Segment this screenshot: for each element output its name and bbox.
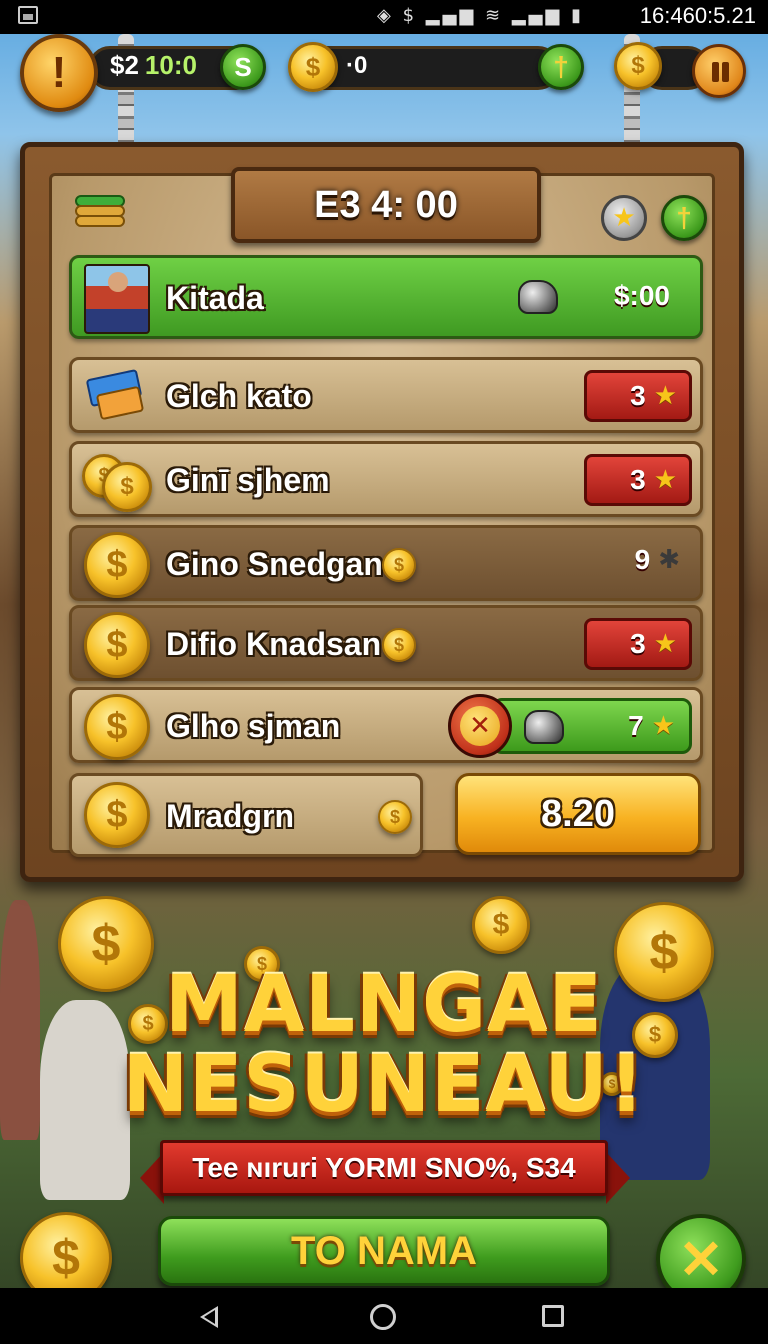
status-clock: 16:460:5.21 <box>639 3 756 28</box>
cash-bundle-icon <box>85 368 145 421</box>
leaderboard-row[interactable]: $ Mradgrn $ <box>69 773 423 857</box>
player-name: Kitada <box>166 280 264 316</box>
claim-value: 8.20 <box>541 792 615 835</box>
leaderboard-row[interactable]: $ $ Ginī sjhem 3 ★ <box>69 441 703 517</box>
score-badge: 7 ★ <box>492 698 692 754</box>
home-icon[interactable] <box>370 1304 396 1330</box>
player-name: Mradgrn <box>166 798 294 834</box>
score-value: 3 <box>630 380 646 411</box>
small-coin-icon: $ <box>382 548 416 582</box>
status-icons: ◈ $ ▂▄▆ ≋ ▂▄▆ ▮ <box>377 5 584 26</box>
player-score: $:00 <box>613 280 670 311</box>
coin-icon: $ <box>84 782 150 848</box>
star-icon: ★ <box>612 203 636 233</box>
star-icon: ★ <box>653 381 677 411</box>
promo-ribbon-text: Tee ɴıruri YORMI SNO%, S34 <box>192 1152 576 1183</box>
alert-button[interactable]: ! <box>20 34 98 112</box>
leaderboard-board: E3 4: 00 ★ † Kitada $:00 Glch kato 3 ★ $… <box>20 142 744 882</box>
dollar-icon: $ <box>52 1230 80 1286</box>
claim-value-button[interactable]: 8.20 <box>455 773 701 855</box>
promo-title-line2: NESUNEAU! <box>122 1040 646 1130</box>
player-avatar <box>84 264 150 334</box>
status-bar: ◈ $ ▂▄▆ ≋ ▂▄▆ ▮ 16:460:5.21 <box>0 0 768 34</box>
cash-label: $2 <box>110 50 139 80</box>
leaderboard-row[interactable]: $ Glho sjman 7 ★ ✕ <box>69 687 703 763</box>
gallery-icon <box>18 6 38 24</box>
star-icon: ★ <box>653 629 677 659</box>
ribbon-tail-right <box>606 1152 630 1204</box>
coin-stack-icon: $ $ <box>82 448 152 514</box>
navigation-bar <box>0 1288 768 1344</box>
score-value: 7 <box>628 710 644 741</box>
close-icon: ✕ <box>460 706 500 746</box>
promo-ribbon: Tee ɴıruri YORMI SNO%, S34 <box>160 1140 608 1196</box>
money-stack-icon <box>75 195 125 235</box>
coin-add-button[interactable]: † <box>538 44 584 90</box>
score-value: 3 <box>630 628 646 659</box>
coin-bar <box>300 46 560 90</box>
timer-plank: E3 4: 00 <box>231 167 541 243</box>
exclamation-icon: ! <box>51 48 67 97</box>
plus-icon: † <box>676 202 692 233</box>
star-icon: ★ <box>651 711 675 741</box>
score-value: 9 <box>634 544 651 575</box>
floating-coin-icon: $ <box>472 896 530 954</box>
score-badge: 3 ★ <box>584 370 692 422</box>
score-badge: 3 ★ <box>584 618 692 670</box>
cannon-icon <box>524 710 564 744</box>
score-badge: 3 ★ <box>584 454 692 506</box>
back-icon[interactable] <box>200 1306 218 1328</box>
remove-badge[interactable]: ✕ <box>448 694 512 758</box>
go-button-label: TO NAMA <box>291 1228 477 1273</box>
board-timer: E3 4: 00 <box>314 183 458 226</box>
plus-icon: † <box>553 51 569 82</box>
coin-icon: $ <box>84 532 150 598</box>
cash-timer: 10:0 <box>144 50 197 80</box>
board-add-button[interactable]: † <box>661 195 707 241</box>
small-coin-icon: $ <box>382 628 416 662</box>
promo-title-line1: MALNGAE <box>165 960 603 1050</box>
leaderboard-row[interactable]: Kitada $:00 <box>69 255 703 339</box>
leaderboard-row[interactable]: $ Difio Knadsan $ 3 ★ <box>69 605 703 681</box>
coin-icon: $ <box>288 42 338 92</box>
small-coin-icon: $ <box>378 800 412 834</box>
coin-count: ·0 <box>346 52 368 79</box>
cash-display: $2 10:0 <box>110 50 197 81</box>
pause-button[interactable] <box>692 44 746 98</box>
recent-apps-icon[interactable] <box>542 1305 564 1327</box>
player-name: Glch kato <box>166 378 312 414</box>
coin-icon: $ <box>84 694 150 760</box>
cannon-icon <box>518 280 558 314</box>
score-display: 9 ✱ <box>635 544 680 576</box>
player-name: Gino Snedgan <box>166 546 383 582</box>
go-button[interactable]: TO NAMA <box>158 1216 610 1286</box>
leaderboard-row[interactable]: $ Gino Snedgan $ 9 ✱ <box>69 525 703 601</box>
score-value: 3 <box>630 464 646 495</box>
player-name: Glho sjman <box>166 708 341 744</box>
gear-icon: ✱ <box>658 545 680 575</box>
star-button[interactable]: ★ <box>601 195 647 241</box>
star-icon: ★ <box>653 465 677 495</box>
leaderboard-row[interactable]: Glch kato 3 ★ <box>69 357 703 433</box>
close-icon: ✕ <box>678 1229 724 1290</box>
gem-coin-icon: $ <box>614 42 662 90</box>
player-name: Ginī sjhem <box>166 462 330 498</box>
player-name: Difio Knadsan <box>166 626 382 662</box>
dollar-icon: S <box>234 51 252 82</box>
cash-add-button[interactable]: S <box>220 44 266 90</box>
coin-icon: $ <box>84 612 150 678</box>
